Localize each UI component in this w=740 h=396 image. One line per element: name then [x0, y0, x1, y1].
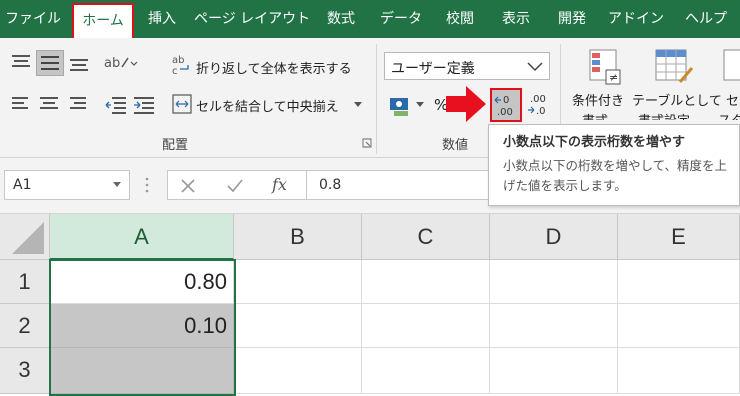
increase-indent-icon[interactable] — [132, 94, 156, 116]
drag-handle-icon[interactable] — [144, 176, 150, 194]
cell-b2[interactable] — [234, 304, 362, 348]
align-left-icon[interactable] — [10, 94, 32, 114]
svg-text:.00: .00 — [530, 94, 546, 105]
wrap-text-button[interactable]: 折り返して全体を表示する — [196, 58, 352, 77]
accounting-dropdown-icon[interactable] — [416, 102, 424, 108]
worksheet-grid: A B C D E 1 2 3 0.80 0.10 — [0, 214, 740, 396]
insert-function-button[interactable]: fx — [272, 175, 287, 194]
cell-styles-button[interactable]: セ — [726, 90, 739, 109]
name-box-dropdown-icon[interactable] — [113, 182, 121, 188]
tooltip: 小数点以下の表示桁数を増やす 小数点以下の桁数を増やして、精度を上げた値を表示し… — [488, 124, 740, 206]
tab-page-layout[interactable]: ページ レイアウト — [194, 0, 310, 38]
column-header-a[interactable]: A — [50, 214, 234, 260]
tooltip-title: 小数点以下の表示桁数を増やす — [503, 135, 686, 150]
cell-b3[interactable] — [234, 348, 362, 394]
orientation-icon[interactable]: ab — [104, 52, 138, 72]
svg-text:ab: ab — [104, 56, 120, 71]
number-format-value: ユーザー定義 — [391, 61, 475, 77]
row-header-2[interactable]: 2 — [0, 304, 50, 348]
align-right-icon[interactable] — [66, 94, 88, 114]
tab-review[interactable]: 校閲 — [436, 0, 484, 38]
svg-text:c: c — [172, 66, 178, 76]
select-all-icon — [12, 222, 44, 254]
svg-text:0: 0 — [503, 95, 509, 106]
cell-a1[interactable]: 0.80 — [50, 260, 234, 304]
wrap-text-icon: abc — [172, 55, 189, 76]
alignment-dialog-launcher-icon[interactable] — [362, 138, 372, 148]
row-header-3[interactable]: 3 — [0, 348, 50, 394]
chevron-down-icon — [527, 62, 543, 72]
format-as-table-icon — [655, 49, 694, 83]
conditional-formatting-label-2: 書式 — [582, 110, 608, 120]
cell-styles-icon — [723, 49, 740, 81]
name-box[interactable]: A1 — [4, 170, 130, 200]
cell-a3[interactable] — [50, 348, 234, 394]
formula-buttons: fx — [167, 170, 307, 200]
align-top-icon[interactable] — [10, 52, 32, 72]
format-as-table-label-2: 書式設定 — [638, 110, 690, 120]
column-header-d[interactable]: D — [490, 214, 618, 260]
tab-formulas[interactable]: 数式 — [316, 0, 366, 38]
cell-e2[interactable] — [618, 304, 740, 348]
cell-c2[interactable] — [362, 304, 490, 348]
alignment-group-label: 配置 — [162, 138, 189, 153]
tab-file[interactable]: ファイル — [0, 0, 66, 38]
cell-a2[interactable]: 0.10 — [50, 304, 234, 348]
align-middle-icon — [41, 56, 59, 70]
format-as-table-button[interactable]: テーブルとして — [632, 90, 722, 109]
tab-developer[interactable]: 開発 — [548, 0, 596, 38]
column-header-e[interactable]: E — [618, 214, 740, 260]
name-box-value: A1 — [13, 177, 32, 193]
align-middle-button[interactable] — [36, 50, 64, 76]
conditional-formatting-icon: ≠ — [589, 49, 621, 85]
cell-e1[interactable] — [618, 260, 740, 304]
merge-center-button[interactable]: セルを結合して中央揃え — [196, 96, 339, 115]
number-group-label: 数値 — [442, 138, 469, 153]
cell-styles-label-2: スタ — [718, 110, 740, 120]
select-all-corner[interactable] — [0, 214, 50, 260]
cell-e3[interactable] — [618, 348, 740, 394]
column-header-c[interactable]: C — [362, 214, 490, 260]
tab-help[interactable]: ヘルプ — [676, 0, 736, 38]
tab-data[interactable]: データ — [374, 0, 428, 38]
increase-decimal-button[interactable]: 0 .00 — [490, 88, 522, 122]
conditional-formatting-button[interactable]: 条件付き — [572, 90, 624, 109]
red-arrow-icon — [446, 86, 486, 122]
svg-text:.0: .0 — [536, 106, 546, 117]
row-header-1[interactable]: 1 — [0, 260, 50, 304]
cell-d1[interactable] — [490, 260, 618, 304]
tab-view[interactable]: 表示 — [492, 0, 540, 38]
cancel-icon[interactable] — [180, 178, 196, 194]
increase-decimal-icon: 0 .00 — [494, 95, 513, 118]
column-header-b[interactable]: B — [234, 214, 362, 260]
svg-text:ab: ab — [172, 55, 184, 66]
align-center-icon[interactable] — [38, 94, 60, 114]
cell-c1[interactable] — [362, 260, 490, 304]
decrease-decimal-icon[interactable]: .00 .0 — [526, 90, 554, 120]
cell-c3[interactable] — [362, 348, 490, 394]
merge-center-icon — [172, 94, 192, 114]
decrease-indent-icon[interactable] — [104, 94, 128, 116]
cell-d3[interactable] — [490, 348, 618, 394]
enter-icon[interactable] — [226, 178, 244, 194]
align-bottom-icon[interactable] — [68, 52, 90, 74]
tab-insert[interactable]: 挿入 — [138, 0, 186, 38]
tab-home[interactable]: ホーム — [72, 3, 134, 38]
ribbon-tab-bar: ファイル ホーム 挿入 ページ レイアウト 数式 データ 校閲 表示 開発 アド… — [0, 0, 740, 38]
tooltip-body: 小数点以下の桁数を増やして、精度を上げた値を表示します。 — [503, 158, 728, 193]
number-format-dropdown[interactable]: ユーザー定義 — [384, 52, 550, 80]
merge-dropdown-icon[interactable] — [354, 102, 362, 108]
accounting-format-icon[interactable] — [388, 94, 414, 118]
cell-d2[interactable] — [490, 304, 618, 348]
svg-text:≠: ≠ — [609, 71, 618, 84]
cell-b1[interactable] — [234, 260, 362, 304]
tab-addins[interactable]: アドイン — [604, 0, 668, 38]
svg-text:.00: .00 — [497, 107, 513, 118]
group-separator — [376, 44, 377, 154]
